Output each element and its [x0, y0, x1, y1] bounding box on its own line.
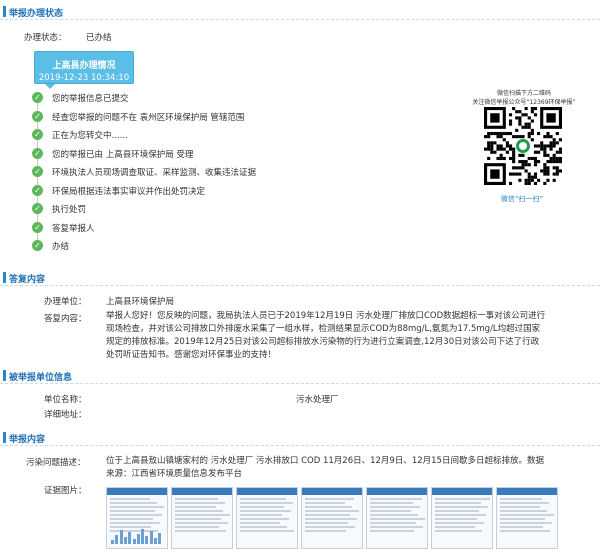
- timeline-step-text: 您的举报已由 上高县环境保护局 受理: [52, 149, 194, 160]
- qr-code-icon: [484, 107, 562, 185]
- section-title: 举报办理状态: [9, 9, 64, 19]
- status-value: 已办结: [86, 33, 112, 43]
- timeline-step: ✓ 执行处罚: [32, 203, 432, 215]
- section-header-content: 举报内容: [0, 430, 600, 446]
- timeline-step: ✓ 办结: [32, 240, 432, 252]
- evidence-image-7[interactable]: [496, 487, 558, 549]
- section-header-status: 举报办理状态: [0, 4, 600, 20]
- section-marker: [3, 6, 6, 17]
- timeline-step: ✓ 环境执法人员现场调查取证、采样监测、收集违法证据: [32, 166, 432, 178]
- qr-caption-line1: 微信扫描下方二维码: [496, 90, 551, 97]
- timeline-step: ✓ 经查您举报的问题不在 袁州区环境保护局 管辖范围: [32, 110, 432, 123]
- evidence-image-2[interactable]: [171, 487, 233, 549]
- section-marker: [3, 272, 6, 283]
- timeline-step: ✓ 环保局根据违法事实审议并作出处罚决定: [32, 184, 432, 197]
- timeline-step: ✓ 您的举报已由 上高县环境保护局 受理: [32, 147, 432, 160]
- evidence-gallery: [106, 487, 586, 549]
- handling-status-title: 上高县办理情况: [52, 61, 116, 71]
- reply-content-label: 答复内容：: [44, 314, 87, 324]
- timeline-step-text: 经查您举报的问题不在 袁州区环境保护局 管辖范围: [52, 112, 245, 123]
- timeline-step-text: 正在为您转交中......: [52, 131, 128, 141]
- evidence-image-6[interactable]: [431, 487, 493, 549]
- qr-scan-label: 微信“扫一扫”: [500, 195, 544, 203]
- unit-name-value: 污水处理厂: [296, 395, 339, 405]
- section-title: 答复内容: [9, 275, 46, 285]
- timeline-step-text: 您的举报信息已提交: [52, 94, 129, 104]
- qr-caption-line2: 关注微信举报公众号“12369环保举报”: [472, 99, 576, 106]
- unit-address-label: 详细地址：: [44, 410, 87, 420]
- evidence-image-4[interactable]: [301, 487, 363, 549]
- evidence-photos-label: 证据图片：: [44, 486, 87, 496]
- check-icon: ✓: [32, 203, 43, 214]
- timeline-step: ✓ 您的举报信息已提交: [32, 92, 432, 104]
- reply-unit-value: 上高县环境保护局: [106, 297, 175, 307]
- check-icon: ✓: [32, 166, 43, 177]
- evidence-image-5[interactable]: [366, 487, 428, 549]
- check-icon: ✓: [32, 221, 43, 233]
- check-icon: ✓: [32, 240, 43, 251]
- status-label: 办理状态：: [24, 33, 67, 43]
- check-icon: ✓: [32, 92, 43, 103]
- reply-content-text: 举报人您好！您反映的问题，我局执法人员已于2019年12月19日 污水处理厂排放…: [106, 311, 546, 360]
- check-icon: ✓: [32, 184, 43, 196]
- check-icon: ✓: [32, 129, 43, 140]
- check-icon: ✓: [32, 147, 43, 159]
- timeline-step: ✓ 正在为您转交中......: [32, 129, 432, 141]
- timeline-step-text: 环保局根据违法事实审议并作出处罚决定: [52, 186, 206, 197]
- issue-description-text: 位于上高县敖山镇塘家村的 污水处理厂 污水排放口 COD 11月26日、12月9…: [106, 456, 544, 479]
- section-title: 举报内容: [9, 435, 46, 445]
- timeline-step-text: 答复举报人: [52, 223, 95, 234]
- handling-status-time: 2019-12-23 10:34:10: [38, 73, 130, 83]
- timeline-step-text: 执行处罚: [52, 205, 87, 215]
- timeline-step-text: 办结: [52, 242, 70, 252]
- section-marker: [3, 432, 6, 443]
- section-title: 被举报单位信息: [9, 373, 73, 383]
- issue-description-label: 污染问题描述：: [26, 458, 86, 468]
- handling-status-box: 上高县办理情况 2019-12-23 10:34:10: [34, 51, 134, 84]
- reply-unit-label: 办理单位：: [44, 297, 87, 307]
- status-box-pointer: [45, 84, 55, 89]
- section-marker: [3, 370, 6, 381]
- check-icon: ✓: [32, 110, 43, 122]
- timeline-step-text: 环境执法人员现场调查取证、采样监测、收集违法证据: [52, 168, 257, 178]
- timeline-step: ✓ 答复举报人: [32, 221, 432, 234]
- unit-name-label: 单位名称：: [44, 395, 87, 405]
- evidence-image-1[interactable]: [106, 487, 168, 549]
- evidence-image-3[interactable]: [236, 487, 298, 549]
- section-header-reply: 答复内容: [0, 270, 600, 286]
- section-header-unit: 被举报单位信息: [0, 368, 600, 384]
